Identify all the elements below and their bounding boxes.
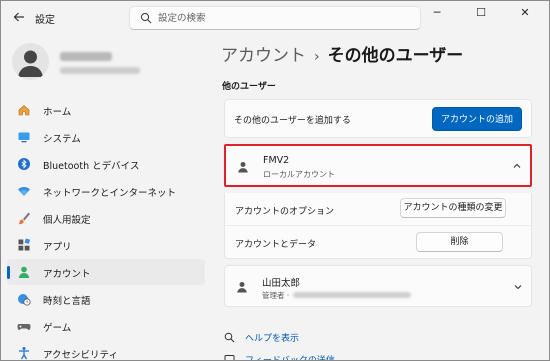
account-options-label: アカウントのオプション [235,207,335,217]
settings-window: 設定 ─ ☐ ✕ ホーム [0,0,550,361]
home-icon [18,105,30,116]
back-button[interactable] [11,10,27,26]
sidebar-item-home[interactable]: ホーム [7,97,205,123]
user-name: FMV2 [263,155,290,166]
user-icon [237,282,247,293]
sidebar-nav: ホーム システム Bluetooth とデバイス ネットワークとインターネット [1,97,211,361]
feedback-icon [224,355,235,360]
feedback-link-label[interactable]: フィードバックの送信 [245,353,335,360]
breadcrumb-separator: › [314,49,320,65]
brush-icon [18,212,30,225]
help-link-label[interactable]: ヘルプを表示 [245,331,299,344]
sidebar-item-label: 時刻と言語 [43,296,91,307]
sidebar-item-apps[interactable]: アプリ [7,232,205,258]
user-account-type: 管理者 · [262,291,290,300]
chevron-down-icon[interactable] [513,282,523,292]
sidebar-item-system[interactable]: システム [7,124,205,150]
search-input[interactable] [158,10,408,26]
profile-email-redacted [60,67,140,74]
back-arrow-icon [13,12,24,22]
user-icon [238,162,248,173]
sidebar-item-label: 個人用設定 [43,215,91,226]
sidebar-item-label: ホーム [43,107,72,118]
wifi-icon [18,187,30,196]
user-avatar-icon [18,50,43,77]
title-bar: 設定 ─ ☐ ✕ [1,1,549,35]
add-user-card: その他のユーザーを追加する アカウントの追加 [224,99,532,138]
user-account-type: ローカルアカウント [263,170,335,179]
sidebar-item-gaming[interactable]: ゲーム [7,313,205,339]
chevron-up-icon[interactable] [512,161,522,171]
user-card-yamada[interactable]: 山田太郎 管理者 · [224,265,532,307]
delete-button[interactable]: 削除 [416,232,503,252]
sidebar-item-personalization[interactable]: 個人用設定 [7,205,205,231]
app-title: 設定 [35,15,55,26]
breadcrumb-parent[interactable]: アカウント [221,46,306,66]
user-options-panel: アカウントのオプション アカウントの種類の変更 アカウントとデータ 削除 [224,193,532,259]
avatar[interactable] [12,43,49,80]
page-title: その他のユーザー [327,46,464,66]
selection-indicator [7,266,10,279]
account-data-row: アカウントとデータ 削除 [225,226,531,258]
account-options-row: アカウントのオプション アカウントの種類の変更 [225,193,531,225]
gamepad-icon [17,324,31,330]
sidebar-item-bluetooth[interactable]: Bluetooth とデバイス [7,151,205,177]
sidebar-item-label: アクセシビリティ [43,350,118,361]
sidebar-item-label: システム [43,134,81,145]
sidebar-item-label: ネットワークとインターネット [43,188,177,199]
maximize-button[interactable]: ☐ [459,1,503,27]
account-data-label: アカウントとデータ [235,240,317,250]
minimize-button[interactable]: ─ [415,1,459,27]
sidebar-item-accounts[interactable]: アカウント [7,259,205,285]
add-account-button[interactable]: アカウントの追加 [432,107,522,131]
section-title: 他のユーザー [222,82,276,92]
sidebar-item-network[interactable]: ネットワークとインターネット [7,178,205,204]
breadcrumb: アカウント › その他のユーザー [221,41,463,66]
add-user-label: その他のユーザーを追加する [234,116,351,126]
sidebar-item-accessibility[interactable]: アクセシビリティ [7,340,205,361]
profile-name-redacted [60,52,112,61]
sidebar-item-label: アプリ [43,242,72,253]
apps-icon [18,238,31,251]
sidebar-item-label: アカウント [43,269,91,280]
sidebar-item-label: Bluetooth とデバイス [43,161,140,172]
close-button[interactable]: ✕ [503,1,547,27]
system-icon [18,132,30,143]
sidebar-item-time-language[interactable]: 時刻と言語 [7,286,205,312]
sidebar-item-label: ゲーム [43,323,72,334]
bluetooth-icon [18,158,30,170]
account-icon [18,266,30,278]
change-account-type-button[interactable]: アカウントの種類の変更 [400,198,506,218]
user-card-fmv2[interactable]: FMV2 ローカルアカウント [224,144,532,187]
accessibility-icon [19,347,29,360]
search-icon [140,12,152,24]
help-icon [224,332,235,343]
user-name: 山田太郎 [262,278,301,289]
user-email-redacted [293,292,411,298]
search-box[interactable] [129,6,421,30]
globe-clock-icon [18,294,31,306]
